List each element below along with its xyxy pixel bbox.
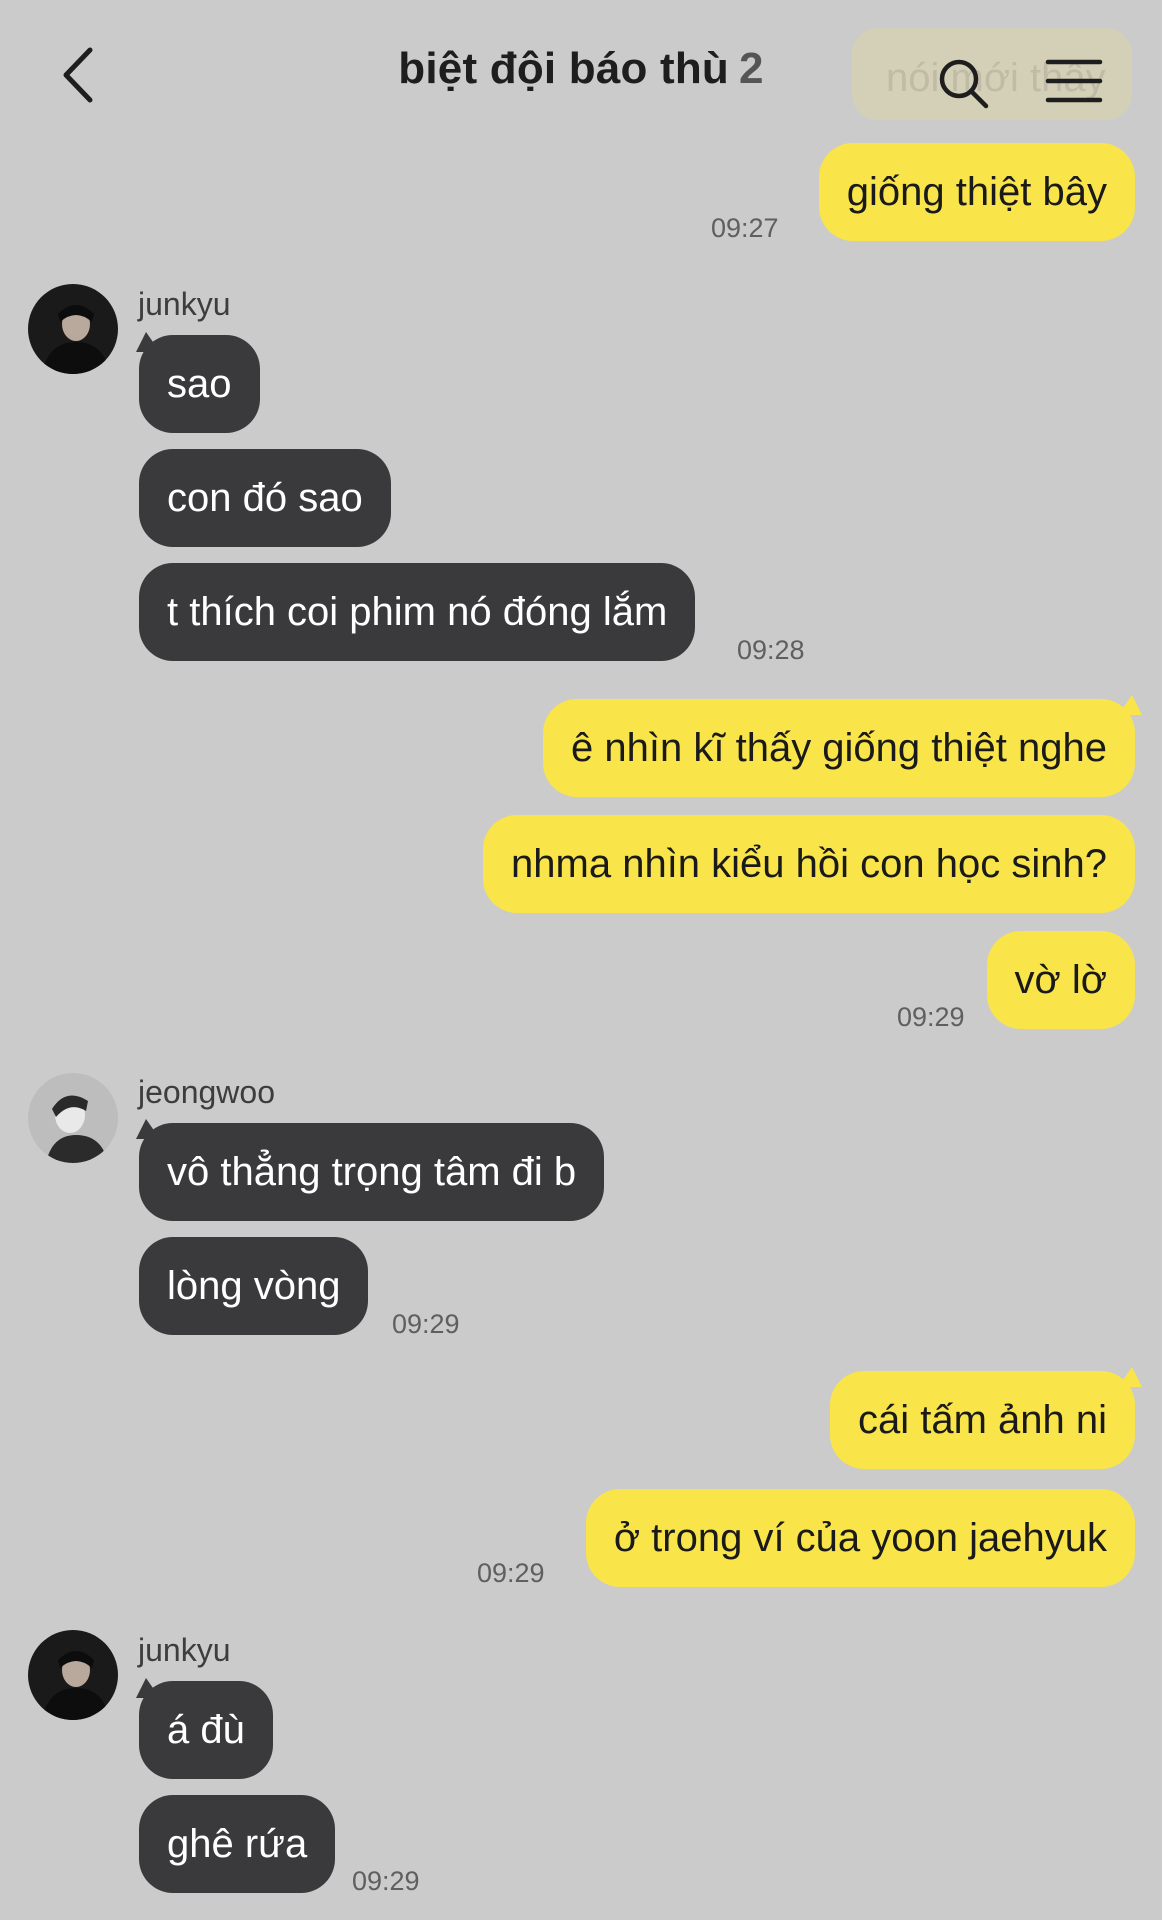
member-count: 2	[739, 44, 764, 93]
search-icon	[939, 59, 989, 109]
message-time: 09:27	[711, 213, 779, 243]
message-bubble-incoming[interactable]: á đù	[139, 1681, 273, 1779]
message-time: 09:28	[737, 635, 805, 665]
avatar[interactable]	[28, 1073, 118, 1163]
avatar[interactable]	[28, 284, 118, 374]
avatar-junkyu-image	[28, 1630, 118, 1720]
message-time: 09:29	[352, 1866, 420, 1896]
message-bubble-incoming[interactable]: ghê rứa	[139, 1795, 336, 1893]
avatar[interactable]	[28, 1630, 118, 1720]
sender-name: junkyu	[138, 1632, 231, 1668]
message-bubble-incoming[interactable]: t thích coi phim nó đóng lắm	[139, 563, 696, 661]
message-bubble-incoming[interactable]: vô thẳng trọng tâm đi b	[139, 1123, 605, 1221]
message-bubble-outgoing[interactable]: vờ lờ	[986, 931, 1135, 1029]
message-bubble-outgoing[interactable]: cái tấm ảnh ni	[829, 1371, 1135, 1469]
avatar-jeongwoo-image	[28, 1073, 118, 1163]
message-time: 09:29	[897, 1002, 965, 1032]
hamburger-menu-icon	[1045, 59, 1103, 103]
message-bubble-outgoing[interactable]: ê nhìn kĩ thấy giống thiệt nghe	[543, 699, 1135, 797]
message-time: 09:29	[392, 1309, 460, 1339]
search-button[interactable]	[934, 54, 994, 114]
message-bubble-outgoing[interactable]: ở trong ví của yoon jaehyuk	[585, 1489, 1135, 1587]
message-bubble-incoming[interactable]: sao	[139, 335, 260, 433]
message-time: 09:29	[477, 1558, 545, 1588]
message-bubble-outgoing[interactable]: nhma nhìn kiểu hồi con học sinh?	[483, 815, 1135, 913]
message-bubble-outgoing[interactable]: giống thiệt bây	[818, 143, 1135, 241]
menu-button[interactable]	[1044, 56, 1104, 106]
message-bubble-incoming[interactable]: con đó sao	[139, 449, 391, 547]
message-bubble-incoming[interactable]: lòng vòng	[139, 1237, 369, 1335]
sender-name: jeongwoo	[138, 1074, 275, 1110]
avatar-junkyu-image	[28, 284, 118, 374]
chat-title-text: biệt đội báo thù	[398, 44, 730, 93]
sender-name: junkyu	[138, 286, 231, 322]
